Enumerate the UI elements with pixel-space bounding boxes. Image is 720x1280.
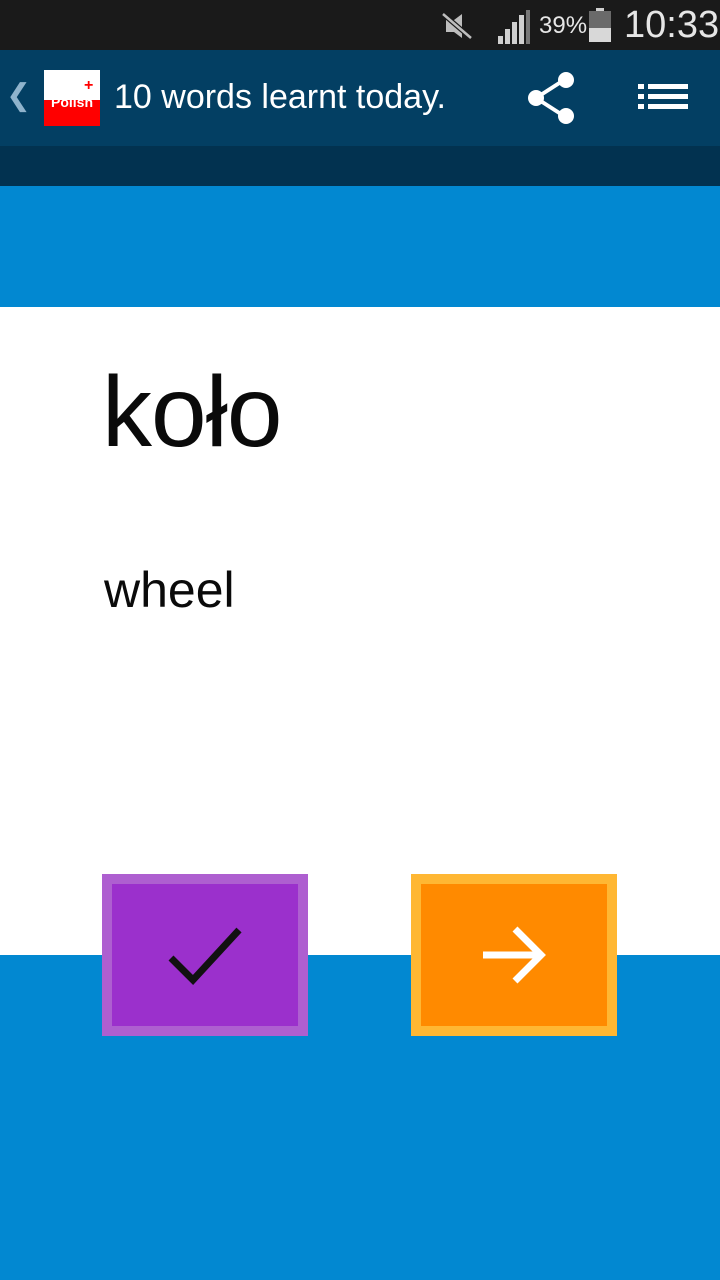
battery-percent: 39% xyxy=(539,12,588,39)
top-blue-band xyxy=(0,186,720,307)
list-menu-icon[interactable] xyxy=(636,80,690,120)
status-bar: 39% 10:33 xyxy=(0,0,720,50)
app-title: 10 words learnt today. xyxy=(114,78,446,116)
logo-text: Polish xyxy=(50,94,93,110)
flashcard: koło wheel xyxy=(0,307,720,955)
logo-plus: + xyxy=(84,77,94,94)
clock: 10:33 xyxy=(624,4,720,46)
arrow-right-icon xyxy=(483,926,546,984)
mute-icon xyxy=(441,12,473,40)
back-chevron-icon[interactable]: ❮ xyxy=(6,78,31,113)
app-bar-shadow xyxy=(0,146,720,186)
polish-word: koło xyxy=(102,356,282,468)
next-word-button[interactable] xyxy=(411,874,617,1036)
checkmark-icon xyxy=(168,927,242,986)
polish-logo[interactable]: + Polish xyxy=(44,70,100,126)
battery-icon xyxy=(589,8,611,42)
signal-icon xyxy=(498,10,530,44)
share-icon[interactable] xyxy=(524,70,580,126)
english-translation: wheel xyxy=(104,562,235,618)
app-bar: ❮ + Polish 10 words learnt today. xyxy=(0,50,720,146)
mark-known-button[interactable] xyxy=(102,874,308,1036)
